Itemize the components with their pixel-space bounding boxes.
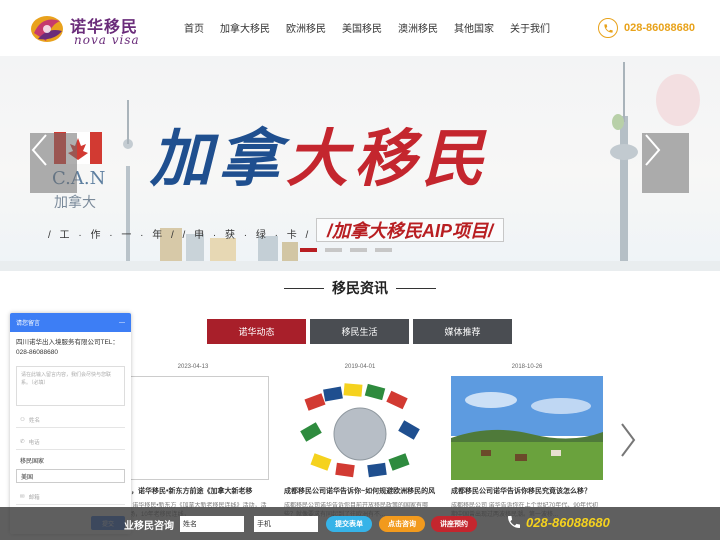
click-consult-button[interactable]: 点击咨询 [379, 516, 425, 532]
email-field-placeholder: 邮箱 [28, 494, 40, 501]
news-card-title: 成都移民公司诺华告诉你~如何规避欧洲移民的风 [284, 488, 436, 495]
logo-text-en: nova visa [74, 33, 140, 47]
nav-canada[interactable]: 加拿大移民 [220, 20, 270, 36]
nav-home[interactable]: 首页 [184, 20, 204, 36]
country-label: 移民国家 [20, 459, 45, 465]
landscape-image [451, 376, 603, 480]
nav-australia[interactable]: 澳洲移民 [398, 20, 438, 36]
news-card-image [284, 376, 436, 480]
news-card-3[interactable]: 2018-10-26 成都移民公司诺华告诉你移民究竟该怎么移？ 成都移民公司 诺… [451, 364, 603, 520]
header-phone-number: 028-86088680 [624, 22, 695, 34]
name-field[interactable]: ⚇ 姓名 [16, 412, 125, 428]
news-tabs: 诺华动态 移民生活 媒体推荐 [207, 319, 512, 344]
country-select[interactable]: 美国 [16, 469, 125, 483]
news-card-title: 成都移民公司诺华告诉你移民究竟该怎么移？ [451, 488, 591, 495]
header-phone[interactable]: 028-86088680 [598, 18, 695, 38]
message-textarea[interactable]: 请在此输入留言内容，我们会尽快与您联系。（必填） [16, 366, 125, 406]
news-card-image [117, 376, 269, 480]
banner-pagination [300, 248, 392, 252]
news-card-date: 2018-10-26 [511, 364, 543, 370]
nav-about[interactable]: 关于我们 [510, 20, 550, 36]
news-card-2[interactable]: 2019-04-01 成都移民公司诺华告诉你~如何规避欧洲移民的风 成都移民公司… [284, 364, 436, 520]
news-card-date: 2023-04-13 [177, 364, 209, 370]
minimize-icon[interactable]: — [119, 320, 125, 326]
section-title-line-left [284, 287, 324, 289]
news-card-date: 2019-04-01 [344, 364, 376, 370]
banner-can-cn: 加拿大 [54, 194, 96, 210]
submit-form-button[interactable]: 提交表单 [326, 516, 372, 532]
banner-dot-3[interactable] [350, 248, 367, 252]
phone-icon [508, 516, 520, 528]
banner-dot-1[interactable] [300, 248, 317, 252]
phone-icon: ✆ [20, 438, 25, 445]
header: 诺华移民 nova visa 首页 加拿大移民 欧洲移民 美国移民 澳洲移民 其… [0, 0, 720, 56]
bottom-phone[interactable]: 028-86088680 [506, 514, 610, 530]
logo-mark-icon [31, 16, 63, 42]
tab-immigration-life[interactable]: 移民生活 [310, 319, 409, 344]
banner-next-button[interactable] [642, 133, 689, 193]
mail-icon: ✉ [20, 493, 25, 500]
chevron-right-icon [621, 423, 636, 457]
consult-name-input[interactable]: 姓名 [180, 516, 244, 532]
tab-nova-news[interactable]: 诺华动态 [207, 319, 306, 344]
section-title-line-right [396, 287, 436, 289]
tab-media[interactable]: 媒体推荐 [413, 319, 512, 344]
message-widget-header[interactable]: 请您留言 — [10, 313, 131, 332]
phone-field-placeholder: 电话 [28, 439, 40, 446]
phone-field[interactable]: ✆ 电话 [16, 434, 125, 450]
banner-dot-4[interactable] [375, 248, 392, 252]
hero-banner[interactable]: C.A.N 加拿大 加拿大移民 /加拿大移民AIP项目/ / 工 · 作 · 一… [0, 56, 720, 271]
cards-next-button[interactable] [618, 420, 638, 460]
banner-title: 加拿大移民 [150, 108, 490, 198]
email-field[interactable]: ✉ 邮箱 [16, 489, 125, 505]
nav-europe[interactable]: 欧洲移民 [286, 20, 326, 36]
message-widget-title: 请您留言 [16, 321, 41, 327]
message-widget: 请您留言 — 四川诺华出入境服务有限公司TEL：028-86088680 请在此… [10, 313, 131, 534]
section-title: 移民资讯 [280, 278, 440, 298]
nav-other[interactable]: 其他国家 [454, 20, 494, 36]
main-nav: 首页 加拿大移民 欧洲移民 美国移民 澳洲移民 其他国家 关于我们 [184, 20, 566, 36]
phone-icon [598, 18, 618, 38]
logo[interactable]: 诺华移民 nova visa [28, 9, 148, 49]
banner-prev-button[interactable] [30, 133, 77, 193]
banner-subtitle: /加拿大移民AIP项目/ [316, 218, 505, 242]
chevron-left-icon [31, 134, 47, 166]
message-widget-company: 四川诺华出入境服务有限公司TEL：028-86088680 [16, 339, 119, 356]
chevron-right-icon [645, 134, 661, 166]
name-field-placeholder: 姓名 [28, 417, 40, 424]
lecture-reserve-button[interactable]: 讲座预约 [431, 516, 477, 532]
user-icon: ⚇ [20, 416, 25, 423]
banner-slogan: / 工 · 作 · 一 · 年 / / 申 · 获 · 绿 · 卡 / [48, 230, 312, 241]
news-card-title: 回顾，诺华移民•新东方前途《加拿大新老移 [117, 488, 253, 495]
consult-label: 业移民咨询 [124, 521, 174, 532]
banner-title-red: 大移民 [286, 122, 491, 195]
news-card-image [451, 376, 603, 480]
section-title-text: 移民资讯 [332, 280, 388, 296]
consult-phone-input[interactable]: 手机 [254, 516, 318, 532]
nav-usa[interactable]: 美国移民 [342, 20, 382, 36]
bottom-consult-bar: 业移民咨询 姓名 手机 提交表单 点击咨询 讲座预约 028-86088680 [0, 507, 720, 540]
bottom-phone-number: 028-86088680 [526, 514, 610, 530]
flags-globe-image [284, 376, 436, 480]
banner-title-blue: 加拿 [150, 122, 287, 195]
page: 诺华移民 nova visa 首页 加拿大移民 欧洲移民 美国移民 澳洲移民 其… [0, 0, 720, 540]
banner-dot-2[interactable] [325, 248, 342, 252]
news-card-1[interactable]: 2023-04-13 回顾，诺华移民•新东方前途《加拿大新老移 2日，诺华移民•… [117, 364, 269, 520]
